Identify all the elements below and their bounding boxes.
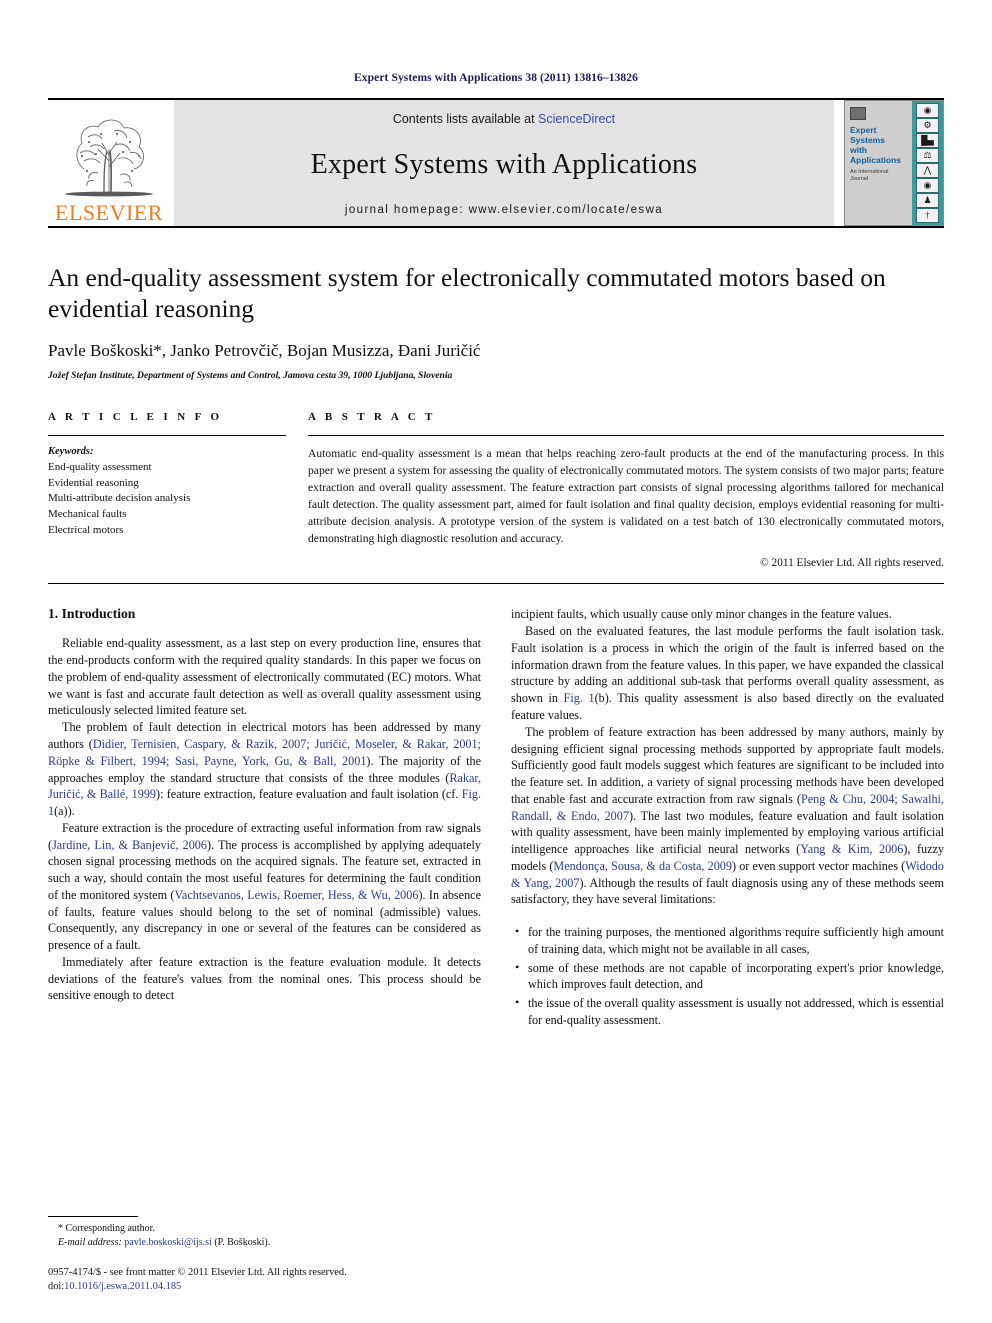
journal-cover-thumbnail: Expert Systems with Applications An Interna… [844, 100, 944, 226]
keyword-item: End-quality assessment [48, 461, 152, 474]
keyword-item: Evidential reasoning [48, 476, 139, 489]
journal-homepage-link[interactable]: journal homepage: www.elsevier.com/locat… [345, 204, 663, 216]
abstract-bottom-rule [48, 583, 944, 585]
left-paragraphs: Reliable end-quality assessment, as a la… [48, 635, 481, 1004]
limitation-item: for the training purposes, the mentioned… [515, 923, 944, 958]
paper-page: Expert Systems with Applications 38 (201… [0, 0, 992, 1323]
body-columns: 1. Introduction Reliable end-quality ass… [48, 606, 944, 1030]
paragraph-text: Immediately after feature extraction is … [48, 954, 481, 1003]
section-heading-introduction: 1. Introduction [48, 606, 136, 622]
doi-line: doi:10.1016/j.eswa.2011.04.185 [48, 1280, 482, 1295]
body-column-left: 1. Introduction Reliable end-quality ass… [48, 606, 481, 1030]
contents-line: Contents lists available at ScienceDirec… [393, 112, 615, 126]
cover-mini-icon [850, 107, 866, 120]
title-block: An end-quality assessment system for ele… [48, 262, 944, 381]
cover-icon-strip: ◉ ⚙ █▄ ⚖ ⋀ ◉ ♟ † [912, 101, 943, 225]
limitation-item: the issue of the overall quality assessm… [515, 994, 944, 1029]
cover-subtitle: An International Journal [850, 169, 889, 182]
paragraph-text: incipient faults, which usually cause on… [511, 607, 892, 622]
body-paragraph: Based on the evaluated features, the las… [511, 623, 944, 724]
issn-line: 0957-4174/$ - see front matter © 2011 El… [48, 1266, 347, 1278]
copyright-line: © 2011 Elsevier Ltd. All rights reserved… [760, 557, 944, 570]
person-icon: ♟ [916, 193, 939, 208]
body-paragraph: incipient faults, which usually cause on… [511, 606, 944, 623]
cover-title: Expert Systems with Applications [850, 125, 902, 166]
paragraph-text: (a)). [54, 804, 75, 819]
keyword-item: Mechanical faults [48, 507, 127, 520]
right-paragraphs: incipient faults, which usually cause on… [511, 606, 944, 908]
footnote-rule [48, 1215, 138, 1217]
email-note: E-mail address: pavle.boskoski@ijs.si (P… [48, 1236, 482, 1250]
email-link[interactable]: pavle.boskoski@ijs.si [124, 1237, 212, 1248]
keywords-label: Keywords: [48, 446, 94, 458]
abstract-text: Automatic end-quality assessment is a me… [308, 447, 944, 546]
paper-title: An end-quality assessment system for ele… [48, 263, 886, 324]
elsevier-wordmark: ELSEVIER [55, 200, 163, 225]
gauge-icon: ◉ [916, 103, 939, 118]
keywords-block: Keywords: End-quality assessment Evident… [48, 445, 286, 538]
article-info-column: A R T I C L E I N F O Keywords: End-qual… [48, 411, 286, 569]
body-paragraph: Immediately after feature extraction is … [48, 954, 481, 1004]
gear-icon: ⚙ [916, 118, 939, 133]
body-paragraph: Feature extraction is the procedure of e… [48, 820, 481, 954]
scales-icon: ⚖ [916, 148, 939, 163]
masthead-bottom-rule [48, 226, 944, 228]
limitations-list: for the training purposes, the mentioned… [511, 923, 944, 1029]
email-label: E-mail address: [58, 1236, 122, 1248]
body-paragraph: The problem of fault detection in electr… [48, 719, 481, 820]
antenna-icon: † [916, 208, 939, 223]
citation-link[interactable]: Jardine, Lin, & Banjevič, 2006 [52, 838, 207, 852]
microscope-icon: ⋀ [916, 163, 939, 178]
sciencedirect-link[interactable]: ScienceDirect [538, 112, 615, 126]
affiliation: Jožef Stefan Institute, Department of Sy… [48, 370, 453, 382]
elsevier-logo: ELSEVIER [48, 100, 170, 226]
running-head: Expert Systems with Applications 38 (201… [354, 72, 638, 84]
body-paragraph: The problem of feature extraction has be… [511, 724, 944, 908]
corresponding-author-note: * Corresponding author. [58, 1222, 155, 1234]
contents-prefix: Contents lists available at [392, 112, 539, 126]
info-abstract-region: A R T I C L E I N F O Keywords: End-qual… [48, 411, 944, 569]
citation-link[interactable]: Yang & Kim, 2006 [800, 842, 903, 856]
article-info-rule [48, 435, 286, 437]
bar-chart-icon: █▄ [916, 133, 939, 148]
keyword-item: Multi-attribute decision analysis [48, 492, 191, 505]
elsevier-tree-icon [65, 119, 153, 197]
body-column-right: incipient faults, which usually cause on… [511, 606, 944, 1030]
abstract-heading: A B S T R A C T [308, 411, 436, 424]
journal-masthead: ELSEVIER Contents lists available at Sci… [48, 98, 944, 226]
author-list: Pavle Boškoski*, Janko Petrovčič, Bojan … [48, 341, 481, 361]
email-suffix: (P. Boškoski). [211, 1236, 271, 1248]
journal-title: Expert Systems with Applications [310, 149, 698, 180]
abstract-column: A B S T R A C T Automatic end-quality as… [308, 411, 944, 569]
citation-link[interactable]: Fig. 1 [564, 691, 595, 705]
doi-label: doi: [48, 1281, 65, 1293]
footnote-block: * Corresponding author. E-mail address: … [48, 1215, 482, 1296]
journal-banner: Contents lists available at ScienceDirec… [174, 100, 834, 226]
cover-front: Expert Systems with Applications An Interna… [845, 101, 912, 225]
keyword-item: Electrical motors [48, 523, 124, 536]
citation-link[interactable]: Mendonça, Sousa, & da Costa, 2009 [553, 859, 732, 873]
doi-link[interactable]: 10.1016/j.eswa.2011.04.185 [64, 1281, 181, 1292]
paragraph-text: ): feature extraction, feature evaluatio… [156, 787, 462, 802]
eye-icon: ◉ [916, 178, 939, 193]
limitation-item: some of these methods are not capable of… [515, 959, 944, 994]
paragraph-text: ) or even support vector machines ( [732, 858, 906, 873]
paragraph-text: Reliable end-quality assessment, as a la… [48, 636, 481, 718]
abstract-rule [308, 435, 944, 437]
citation-link[interactable]: Vachtsevanos, Lewis, Roemer, Hess, & Wu,… [174, 888, 418, 902]
article-info-heading: A R T I C L E I N F O [48, 411, 223, 424]
body-paragraph: Reliable end-quality assessment, as a la… [48, 635, 481, 719]
issn-doi-block: 0957-4174/$ - see front matter © 2011 El… [48, 1266, 482, 1295]
